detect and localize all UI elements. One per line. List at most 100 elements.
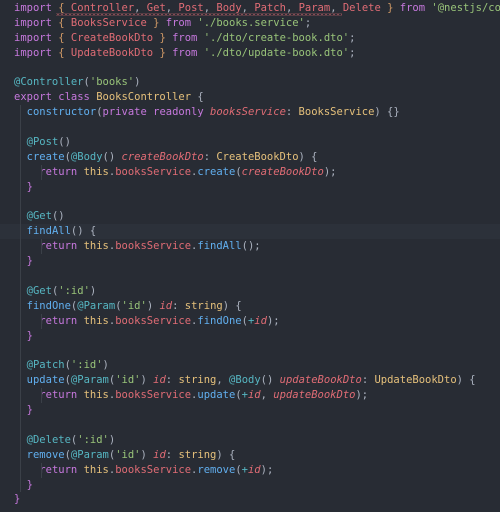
indent-guide	[20, 388, 21, 404]
indent-guide	[20, 403, 21, 418]
code-line[interactable]: }	[0, 254, 500, 270]
code-line[interactable]: return this.booksService.update(+id, upd…	[0, 388, 500, 404]
code-line[interactable]: @Post()	[0, 135, 500, 150]
token-decorator: @Controller	[14, 76, 84, 89]
code-line[interactable]: return this.booksService.findOne(+id);	[0, 313, 500, 329]
indent-guide	[20, 343, 21, 359]
token-property: booksService	[115, 240, 192, 253]
indent-guide	[20, 313, 21, 329]
token-identifier: Post	[178, 2, 204, 14]
token-method: update	[197, 389, 236, 402]
indent-guide	[20, 328, 21, 344]
code-line[interactable]: @Get(':id')	[0, 283, 500, 299]
token-string: 'id'	[121, 299, 147, 312]
code-line[interactable]: constructor(private readonly booksServic…	[0, 105, 500, 121]
indent-guide	[20, 194, 21, 210]
code-line[interactable]: findOne(@Param('id') id: string) {	[0, 298, 500, 314]
code-line[interactable]: import { UpdateBookDto } from './dto/upd…	[0, 46, 500, 61]
indent-guide	[20, 298, 21, 314]
token-type: string	[184, 299, 223, 312]
code-line-blank[interactable]	[0, 120, 500, 136]
token-decorator: @Body	[229, 374, 261, 387]
token-brace: }	[14, 493, 21, 506]
indent-guide	[41, 388, 42, 404]
code-line[interactable]: export class BooksController {	[0, 90, 500, 105]
code-line[interactable]: remove(@Param('id') id: string) {	[0, 447, 500, 463]
code-line-blank[interactable]	[0, 417, 500, 433]
token-function: findOne	[26, 299, 71, 312]
indent-guide	[20, 447, 21, 463]
token-string: 'id'	[115, 374, 141, 387]
code-line[interactable]: @Get()	[0, 209, 500, 225]
token-type: string	[178, 448, 217, 461]
code-line[interactable]: }	[0, 403, 500, 418]
token-identifier: Param	[298, 2, 331, 14]
token-string: ':id'	[70, 359, 103, 372]
token-argument: id	[254, 314, 267, 327]
token-decorator: @Get	[26, 284, 52, 297]
token-parameter: id	[153, 448, 166, 461]
token-function: findAll	[26, 225, 71, 238]
indent-guide	[41, 164, 42, 180]
token-this: this	[83, 463, 109, 476]
token-decorator: @Delete	[26, 433, 71, 446]
token-parameter: updateBookDto	[279, 374, 362, 387]
token-decorator: @Post	[26, 136, 59, 149]
token-keyword: import	[14, 2, 52, 14]
token-identifier: Body	[216, 2, 242, 14]
token-decorator: @Patch	[26, 359, 65, 372]
code-line[interactable]: @Controller('books')	[0, 75, 500, 90]
code-line-active[interactable]: findAll() {	[0, 224, 500, 240]
code-content[interactable]: import { Controller, Get, Post, Body, Pa…	[0, 0, 500, 507]
token-identifier: Delete	[342, 2, 381, 14]
token-argument: createBookDto	[241, 165, 324, 178]
code-line[interactable]: import { Controller, Get, Post, Body, Pa…	[0, 1, 500, 16]
token-decorator: @Get	[26, 210, 52, 223]
token-identifier: UpdateBookDto	[70, 46, 154, 59]
indent-guide	[20, 373, 21, 389]
code-line[interactable]: }	[0, 477, 500, 493]
indent-guide	[20, 417, 21, 433]
code-editor[interactable]: import { Controller, Get, Post, Body, Pa…	[0, 0, 500, 512]
code-line-blank[interactable]	[0, 61, 500, 76]
code-line[interactable]: }	[0, 328, 500, 344]
token-parameter: booksService	[210, 106, 286, 119]
token-identifier: Get	[146, 2, 166, 14]
token-string: './books.service'	[197, 16, 305, 29]
token-type: BooksService	[298, 106, 375, 119]
code-line-blank[interactable]	[0, 194, 500, 210]
code-line[interactable]: update(@Param('id') id: string, @Body() …	[0, 373, 500, 389]
indent-guide	[20, 105, 21, 121]
token-property: booksService	[115, 389, 192, 402]
code-line[interactable]: create(@Body() createBookDto: CreateBook…	[0, 149, 500, 165]
token-argument: id	[247, 389, 261, 402]
indent-guide	[41, 462, 42, 478]
token-argument: updateBookDto	[273, 389, 356, 402]
indent-guide	[41, 313, 42, 329]
token-function: create	[26, 150, 65, 163]
code-line[interactable]: import { BooksService } from './books.se…	[0, 16, 500, 31]
token-identifier: CreateBookDto	[70, 31, 154, 44]
code-line[interactable]: }	[0, 179, 500, 195]
token-string: './dto/update-book.dto'	[203, 46, 350, 59]
token-string: ':id'	[77, 433, 109, 446]
code-line-blank[interactable]	[0, 269, 500, 284]
code-line[interactable]: return this.booksService.create(createBo…	[0, 164, 500, 180]
code-line[interactable]: @Delete(':id')	[0, 432, 500, 448]
token-type: CreateBookDto	[216, 150, 299, 163]
indent-guide	[20, 254, 21, 270]
indent-guide	[20, 462, 21, 478]
token-method: findAll	[197, 240, 242, 253]
token-string: 'id'	[115, 448, 141, 461]
code-line[interactable]: import { CreateBookDto } from './dto/cre…	[0, 31, 500, 46]
code-line[interactable]: return this.booksService.findAll();	[0, 239, 500, 255]
token-decorator: @Param	[70, 448, 109, 461]
code-line-blank[interactable]	[0, 343, 500, 359]
indent-guide	[20, 224, 21, 240]
token-string: '@nestjs/common'	[431, 2, 500, 14]
token-identifier: BooksService	[70, 16, 147, 29]
code-line[interactable]: @Patch(':id')	[0, 358, 500, 374]
token-method: remove	[197, 463, 236, 476]
code-line[interactable]: return this.booksService.remove(+id);	[0, 462, 500, 478]
code-line[interactable]: }	[0, 492, 500, 507]
